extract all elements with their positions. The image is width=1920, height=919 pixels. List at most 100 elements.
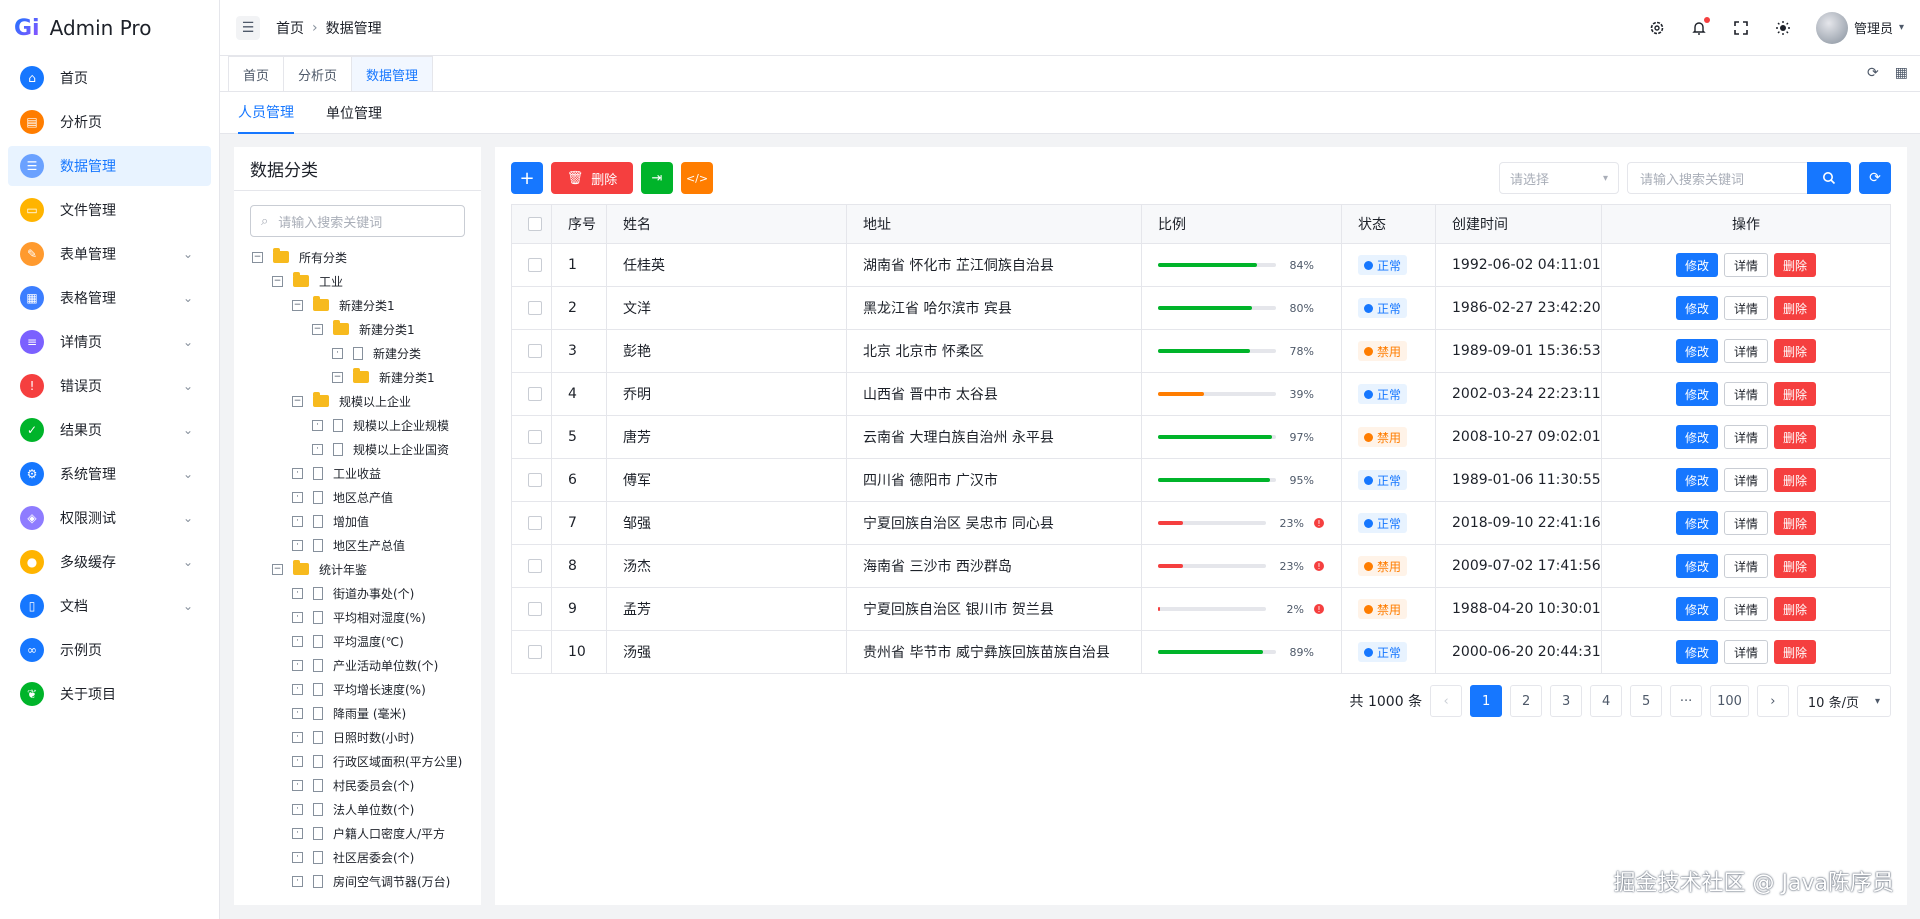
- tree-node[interactable]: · 街道办事处(个): [252, 581, 481, 605]
- page-3[interactable]: 3: [1550, 685, 1583, 717]
- detail-button[interactable]: 详情: [1723, 425, 1768, 449]
- status-select[interactable]: 请选择 ▾: [1499, 162, 1619, 194]
- row-checkbox-cell[interactable]: [511, 458, 552, 502]
- row-checkbox-cell[interactable]: [511, 286, 552, 330]
- breadcrumb-home[interactable]: 首页: [276, 18, 304, 38]
- tree-node[interactable]: · 新建分类: [252, 341, 481, 365]
- page-6[interactable]: ···: [1670, 685, 1703, 717]
- page-2[interactable]: 2: [1510, 685, 1543, 717]
- subtab-unit[interactable]: 单位管理: [326, 92, 382, 134]
- row-checkbox-cell[interactable]: [511, 501, 552, 545]
- menu-item-leaf[interactable]: ❦ 关于项目: [8, 674, 211, 714]
- menu-item-form[interactable]: ✎ 表单管理 ⌄: [8, 234, 211, 274]
- tree-node[interactable]: − 新建分类1: [252, 317, 481, 341]
- row-checkbox[interactable]: [528, 473, 542, 487]
- tree-node[interactable]: · 增加值: [252, 509, 481, 533]
- refresh-button[interactable]: ⟳: [1859, 162, 1891, 194]
- leaf-toggle-icon[interactable]: ·: [292, 707, 303, 719]
- tab-2[interactable]: 数据管理: [351, 56, 434, 91]
- edit-button[interactable]: 修改: [1675, 296, 1718, 320]
- row-checkbox-cell[interactable]: [511, 587, 552, 631]
- tree-node[interactable]: · 村民委员会(个): [252, 773, 481, 797]
- fullscreen-icon[interactable]: [1732, 19, 1750, 37]
- delete-button[interactable]: 删除: [1774, 597, 1817, 621]
- edit-button[interactable]: 修改: [1675, 339, 1718, 363]
- prev-page-icon[interactable]: ‹: [1430, 685, 1463, 717]
- tree-node[interactable]: · 户籍人口密度人/平方: [252, 821, 481, 845]
- user-menu[interactable]: 管理员 ▾: [1815, 11, 1904, 44]
- leaf-toggle-icon[interactable]: ·: [312, 443, 323, 455]
- edit-button[interactable]: 修改: [1675, 468, 1718, 492]
- collapse-toggle-icon[interactable]: −: [312, 323, 323, 335]
- export-icon[interactable]: ⇥: [641, 162, 673, 194]
- detail-button[interactable]: 详情: [1723, 597, 1768, 621]
- delete-button[interactable]: 删除: [1774, 640, 1817, 664]
- select-all-checkbox[interactable]: [528, 217, 542, 231]
- table-search-input[interactable]: 请输入搜索关键词: [1627, 162, 1807, 194]
- delete-button[interactable]: 删除: [1774, 253, 1817, 277]
- leaf-toggle-icon[interactable]: ·: [292, 659, 303, 671]
- tree-node[interactable]: − 新建分类1: [252, 365, 481, 389]
- tree-node[interactable]: · 社区居委会(个): [252, 845, 481, 869]
- leaf-toggle-icon[interactable]: ·: [292, 755, 303, 767]
- leaf-toggle-icon[interactable]: ·: [292, 467, 303, 479]
- row-checkbox[interactable]: [528, 516, 542, 530]
- theme-sun-icon[interactable]: [1774, 19, 1792, 37]
- menu-item-home[interactable]: ⌂ 首页: [8, 58, 211, 98]
- row-checkbox[interactable]: [528, 344, 542, 358]
- leaf-toggle-icon[interactable]: ·: [292, 635, 303, 647]
- collapse-toggle-icon[interactable]: −: [272, 563, 283, 575]
- collapse-toggle-icon[interactable]: −: [332, 371, 343, 383]
- tree-node[interactable]: · 平均增长速度(%): [252, 677, 481, 701]
- detail-button[interactable]: 详情: [1723, 640, 1768, 664]
- collapse-toggle-icon[interactable]: −: [292, 395, 303, 407]
- next-page-icon[interactable]: ›: [1756, 685, 1789, 717]
- grid-menu-icon[interactable]: ▦: [1895, 65, 1908, 81]
- delete-button[interactable]: 删除: [1774, 296, 1817, 320]
- row-checkbox-cell[interactable]: [511, 372, 552, 416]
- menu-item-result[interactable]: ✓ 结果页 ⌄: [8, 410, 211, 450]
- edit-button[interactable]: 修改: [1675, 597, 1718, 621]
- page-5[interactable]: 5: [1630, 685, 1663, 717]
- tree-node[interactable]: · 降雨量 (毫米): [252, 701, 481, 725]
- collapse-menu-icon[interactable]: ☰: [236, 15, 260, 40]
- page-7[interactable]: 100: [1710, 685, 1749, 717]
- tree-node[interactable]: · 产业活动单位数(个): [252, 653, 481, 677]
- leaf-toggle-icon[interactable]: ·: [332, 347, 343, 359]
- batch-delete-button[interactable]: 🗑 删除: [551, 162, 633, 194]
- delete-button[interactable]: 删除: [1774, 511, 1817, 535]
- row-checkbox[interactable]: [528, 258, 542, 272]
- edit-button[interactable]: 修改: [1675, 640, 1718, 664]
- row-checkbox[interactable]: [528, 602, 542, 616]
- leaf-toggle-icon[interactable]: ·: [292, 539, 303, 551]
- tree-node[interactable]: − 规模以上企业: [252, 389, 481, 413]
- row-checkbox-cell[interactable]: [511, 544, 552, 588]
- edit-button[interactable]: 修改: [1675, 554, 1718, 578]
- delete-button[interactable]: 删除: [1774, 468, 1817, 492]
- menu-item-cache[interactable]: ● 多级缓存 ⌄: [8, 542, 211, 582]
- menu-item-shield[interactable]: ◈ 权限测试 ⌄: [8, 498, 211, 538]
- tree-node[interactable]: · 规模以上企业国资: [252, 437, 481, 461]
- subtab-personnel[interactable]: 人员管理: [238, 92, 294, 134]
- menu-item-table[interactable]: ☰ 数据管理: [8, 146, 211, 186]
- delete-button[interactable]: 删除: [1774, 425, 1817, 449]
- edit-button[interactable]: 修改: [1675, 425, 1718, 449]
- menu-item-detail[interactable]: ≡ 详情页 ⌄: [8, 322, 211, 362]
- leaf-toggle-icon[interactable]: ·: [292, 803, 303, 815]
- tab-0[interactable]: 首页: [228, 56, 285, 91]
- tree-node[interactable]: − 统计年鉴: [252, 557, 481, 581]
- search-button[interactable]: [1807, 162, 1851, 194]
- menu-item-error[interactable]: ! 错误页 ⌄: [8, 366, 211, 406]
- leaf-toggle-icon[interactable]: ·: [292, 875, 303, 887]
- menu-item-grid[interactable]: ▦ 表格管理 ⌄: [8, 278, 211, 318]
- menu-item-gear[interactable]: ⚙ 系统管理 ⌄: [8, 454, 211, 494]
- tree-node[interactable]: · 平均温度(℃): [252, 629, 481, 653]
- edit-button[interactable]: 修改: [1675, 511, 1718, 535]
- page-4[interactable]: 4: [1590, 685, 1623, 717]
- edit-button[interactable]: 修改: [1675, 253, 1718, 277]
- row-checkbox[interactable]: [528, 645, 542, 659]
- page-1[interactable]: 1: [1470, 685, 1503, 717]
- detail-button[interactable]: 详情: [1723, 511, 1768, 535]
- menu-item-chart[interactable]: ▤ 分析页: [8, 102, 211, 142]
- leaf-toggle-icon[interactable]: ·: [292, 611, 303, 623]
